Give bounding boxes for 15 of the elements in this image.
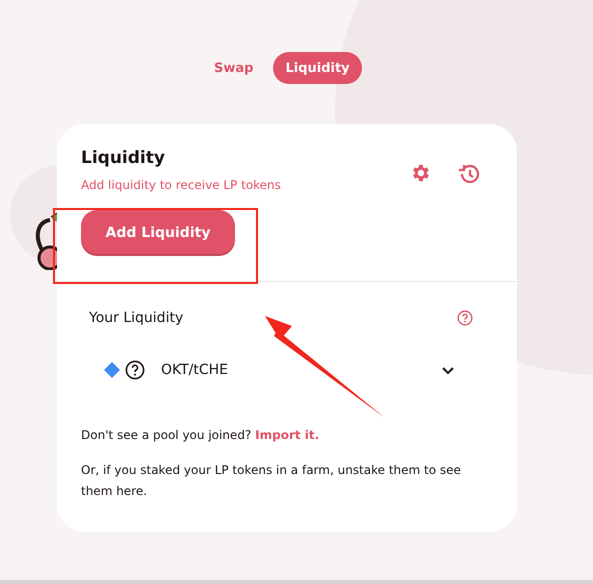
import-prompt: Don't see a pool you joined?: [81, 428, 252, 442]
unknown-token-icon: [125, 360, 145, 380]
help-icon[interactable]: [457, 310, 473, 326]
pool-name: OKT/tCHE: [161, 362, 230, 378]
tab[interactable]: Swap: [202, 52, 266, 84]
import-link[interactable]: Import it.: [255, 428, 320, 442]
card-title: Liquidity: [81, 148, 166, 168]
token-icon: [103, 361, 121, 379]
pool-row[interactable]: OKT/tCHE: [81, 326, 493, 380]
add-liquidity-button[interactable]: Add Liquidity: [81, 210, 235, 256]
unstake-note: Or, if you staked your LP tokens in a farm, unstake them to see them here.: [81, 462, 462, 500]
section-heading: Your Liquidity: [89, 310, 184, 326]
tab[interactable]: Liquidity: [273, 52, 362, 84]
history-icon[interactable]: [457, 162, 481, 186]
card-subtitle: Add liquidity to receive LP tokens: [81, 178, 282, 192]
